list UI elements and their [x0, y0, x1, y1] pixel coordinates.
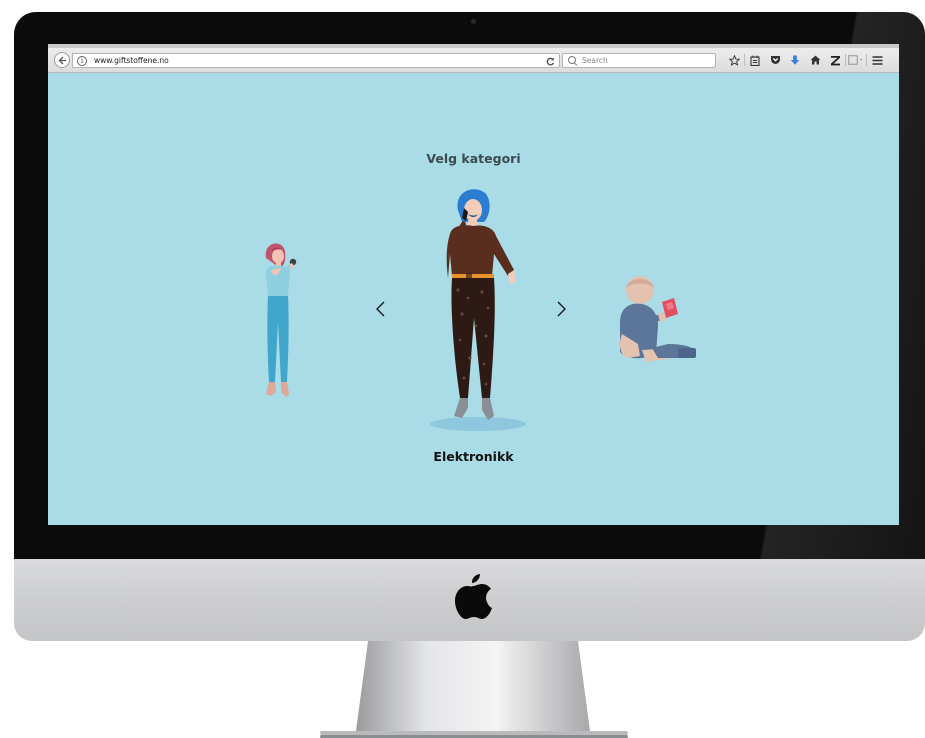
chevron-left-icon — [376, 301, 385, 317]
screenshot-icon[interactable] — [846, 52, 866, 68]
next-category-button[interactable] — [554, 300, 568, 318]
search-bar[interactable]: Search — [562, 53, 716, 68]
search-icon — [568, 56, 577, 65]
back-arrow-icon — [58, 56, 66, 64]
previous-category-button[interactable] — [374, 300, 388, 318]
browser-window: i www.giftstoffene.no Search Velg katego… — [48, 44, 899, 525]
info-icon[interactable]: i — [77, 55, 87, 66]
reading-list-icon[interactable] — [745, 52, 765, 68]
category-figure-right[interactable] — [614, 274, 700, 366]
search-placeholder[interactable]: Search — [582, 56, 608, 65]
back-button[interactable] — [54, 52, 70, 68]
webcam — [471, 19, 476, 24]
chevron-right-icon — [557, 301, 566, 317]
category-figure-center[interactable] — [428, 188, 528, 433]
reload-button[interactable] — [546, 54, 555, 71]
selected-category-label[interactable]: Elektronikk — [48, 449, 899, 464]
pocket-icon[interactable] — [765, 52, 785, 68]
category-figure-left[interactable] — [253, 242, 303, 404]
menu-icon[interactable] — [867, 52, 887, 68]
zotero-icon[interactable] — [825, 52, 845, 68]
tab-strip — [48, 44, 899, 48]
address-bar[interactable]: i www.giftstoffene.no — [72, 53, 560, 68]
reload-icon — [546, 57, 555, 66]
monitor-stand — [320, 641, 628, 738]
star-icon[interactable] — [724, 52, 744, 68]
url-text[interactable]: www.giftstoffene.no — [94, 56, 169, 65]
home-icon[interactable] — [805, 52, 825, 68]
toolbar-icons — [724, 52, 887, 68]
download-icon[interactable] — [785, 52, 805, 68]
apple-logo-icon — [455, 574, 492, 619]
browser-toolbar: i www.giftstoffene.no Search — [48, 44, 899, 73]
page-heading: Velg kategori — [426, 151, 521, 166]
